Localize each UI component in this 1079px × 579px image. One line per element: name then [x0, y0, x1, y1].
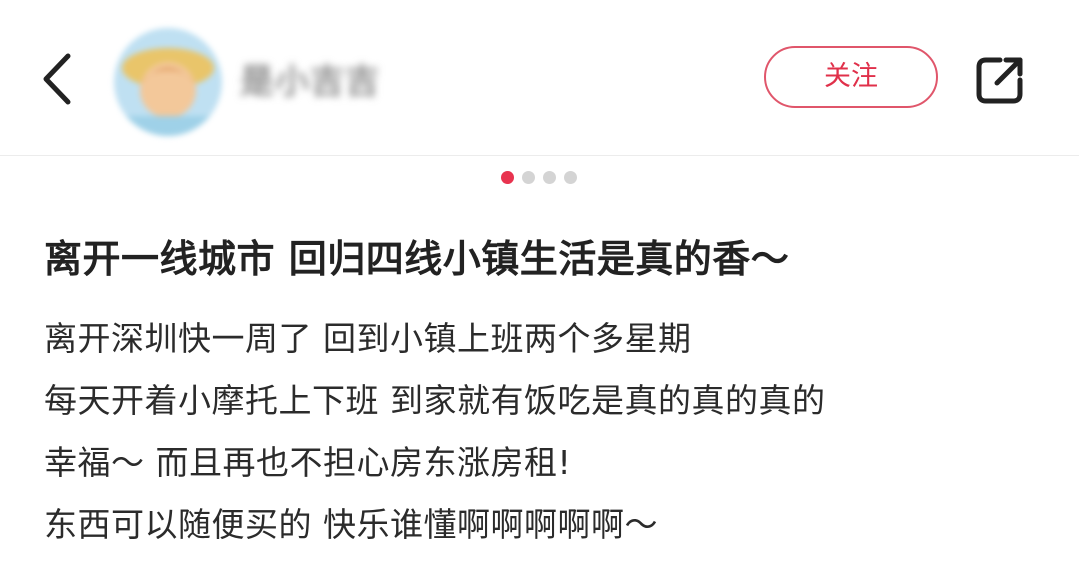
avatar[interactable]: [114, 28, 222, 136]
username[interactable]: 是小吉吉: [240, 54, 380, 103]
pagination-dot[interactable]: [543, 171, 556, 184]
pagination-dot[interactable]: [501, 171, 514, 184]
follow-button[interactable]: 关注: [764, 46, 938, 108]
back-button[interactable]: [34, 48, 80, 110]
share-button[interactable]: [970, 50, 1030, 110]
post-body-line: 东西可以随便买的 快乐谁懂啊啊啊啊啊～: [44, 505, 658, 544]
image-pagination-dots: [501, 171, 577, 185]
pagination-dot[interactable]: [522, 171, 535, 184]
pagination-dot[interactable]: [564, 171, 577, 184]
post-body-line: 离开深圳快一周了 回到小镇上班两个多星期: [44, 319, 692, 358]
post-body-line: 幸福～ 而且再也不担心房东涨房租!: [44, 443, 572, 482]
post-body-line: 每天开着小摩托上下班 到家就有饭吃是真的真的真的: [44, 381, 826, 420]
chevron-left-icon: [43, 53, 71, 105]
top-bar: 是小吉吉 关注: [0, 0, 1079, 156]
post-title: 离开一线城市 回归四线小镇生活是真的香～: [44, 237, 790, 281]
post-body: 离开深圳快一周了 回到小镇上班两个多星期 每天开着小摩托上下班 到家就有饭吃是真…: [44, 308, 1054, 556]
share-icon: [976, 57, 1023, 104]
